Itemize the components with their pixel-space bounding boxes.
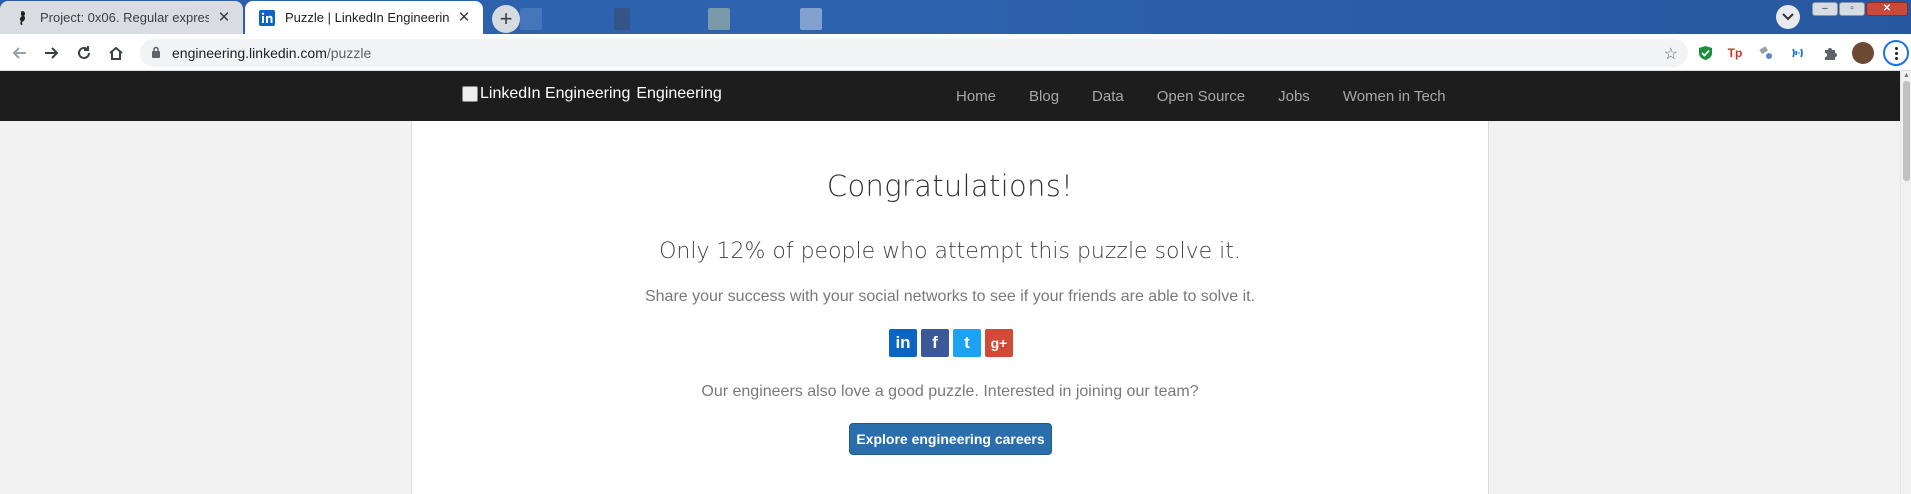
share-prompt: Share your success with your social netw…	[644, 288, 1256, 305]
facebook-share-icon[interactable]: f	[921, 329, 949, 357]
seahorse-favicon-icon	[14, 10, 30, 26]
profile-avatar[interactable]	[1852, 42, 1874, 64]
close-tab-icon[interactable]: ✕	[455, 9, 473, 27]
close-tab-icon[interactable]: ✕	[215, 9, 233, 27]
scrollbar-thumb[interactable]	[1903, 81, 1910, 181]
brand-logo[interactable]: LinkedIn Engineering Engineering	[462, 85, 722, 103]
tab-title: Puzzle | LinkedIn Engineering	[285, 10, 449, 25]
forward-button[interactable]	[39, 41, 63, 65]
minimize-window-button[interactable]: –	[1812, 2, 1838, 16]
satellite-icon[interactable]	[1756, 43, 1776, 63]
url-text: engineering.linkedin.com/puzzle	[172, 45, 372, 61]
tp-icon[interactable]: Tp	[1725, 43, 1745, 63]
tab-linkedin-puzzle[interactable]: Puzzle | LinkedIn Engineering ✕	[245, 1, 483, 34]
solve-rate-text: Only 12% of people who attempt this puzz…	[659, 239, 1241, 264]
new-tab-button[interactable]: +	[492, 5, 520, 33]
nav-blog[interactable]: Blog	[1029, 88, 1059, 105]
tab-title: Project: 0x06. Regular expression	[40, 10, 209, 25]
browser-menu-button[interactable]	[1883, 40, 1909, 66]
congrats-heading: Congratulations!	[826, 169, 1074, 203]
tab-search-icon[interactable]	[1776, 5, 1800, 29]
back-button[interactable]	[8, 41, 32, 65]
bookmark-star-icon[interactable]: ☆	[1664, 44, 1678, 64]
puzzle-icon[interactable]	[1820, 43, 1840, 63]
social-share-buttons: in f t g+	[889, 329, 1013, 357]
join-team-text: Our engineers also love a good puzzle. I…	[701, 383, 1199, 400]
address-bar[interactable]: engineering.linkedin.com/puzzle ☆	[140, 39, 1688, 67]
twitter-share-icon[interactable]: t	[953, 329, 981, 357]
scroll-up-arrow-icon[interactable]: ▲	[1903, 72, 1910, 79]
site-header: LinkedIn Engineering Engineering Home Bl…	[0, 71, 1900, 121]
linkedin-share-icon[interactable]: in	[889, 329, 917, 357]
brand-word: Engineering	[636, 85, 722, 102]
linkedin-favicon-icon	[259, 9, 275, 26]
blurred-desktop-thumbnail	[614, 8, 630, 30]
reload-button[interactable]	[72, 41, 96, 65]
nav-home[interactable]: Home	[956, 88, 996, 105]
lock-icon	[151, 46, 161, 64]
close-window-button[interactable]: ✕	[1866, 2, 1908, 16]
puzzle-result-card: Congratulations! Only 12% of people who …	[411, 121, 1489, 494]
browser-toolbar: engineering.linkedin.com/puzzle ☆ Tp	[0, 34, 1911, 71]
home-button[interactable]	[104, 41, 128, 65]
blurred-desktop-thumbnail	[800, 8, 822, 30]
googleplus-share-icon[interactable]: g+	[985, 329, 1013, 357]
wifi-icon[interactable]	[1788, 43, 1808, 63]
blurred-desktop-thumbnail	[520, 8, 542, 30]
maximize-window-button[interactable]: ▫	[1839, 2, 1865, 16]
tab-project-regex[interactable]: Project: 0x06. Regular expression ✕	[0, 1, 243, 34]
explore-careers-button[interactable]: Explore engineering careers	[849, 423, 1052, 455]
main-nav: Home Blog Data Open Source Jobs Women in…	[956, 88, 1479, 105]
nav-women-in-tech[interactable]: Women in Tech	[1343, 88, 1446, 105]
page-scrollbar[interactable]: ▲	[1900, 71, 1911, 494]
shield-icon[interactable]	[1695, 43, 1715, 63]
nav-data[interactable]: Data	[1092, 88, 1124, 105]
blurred-desktop-thumbnail	[708, 8, 730, 30]
browser-tab-strip: Project: 0x06. Regular expression ✕ Puzz…	[0, 0, 1911, 34]
nav-open-source[interactable]: Open Source	[1157, 88, 1245, 105]
broken-logo-image: LinkedIn Engineering	[462, 85, 630, 103]
nav-jobs[interactable]: Jobs	[1278, 88, 1310, 105]
